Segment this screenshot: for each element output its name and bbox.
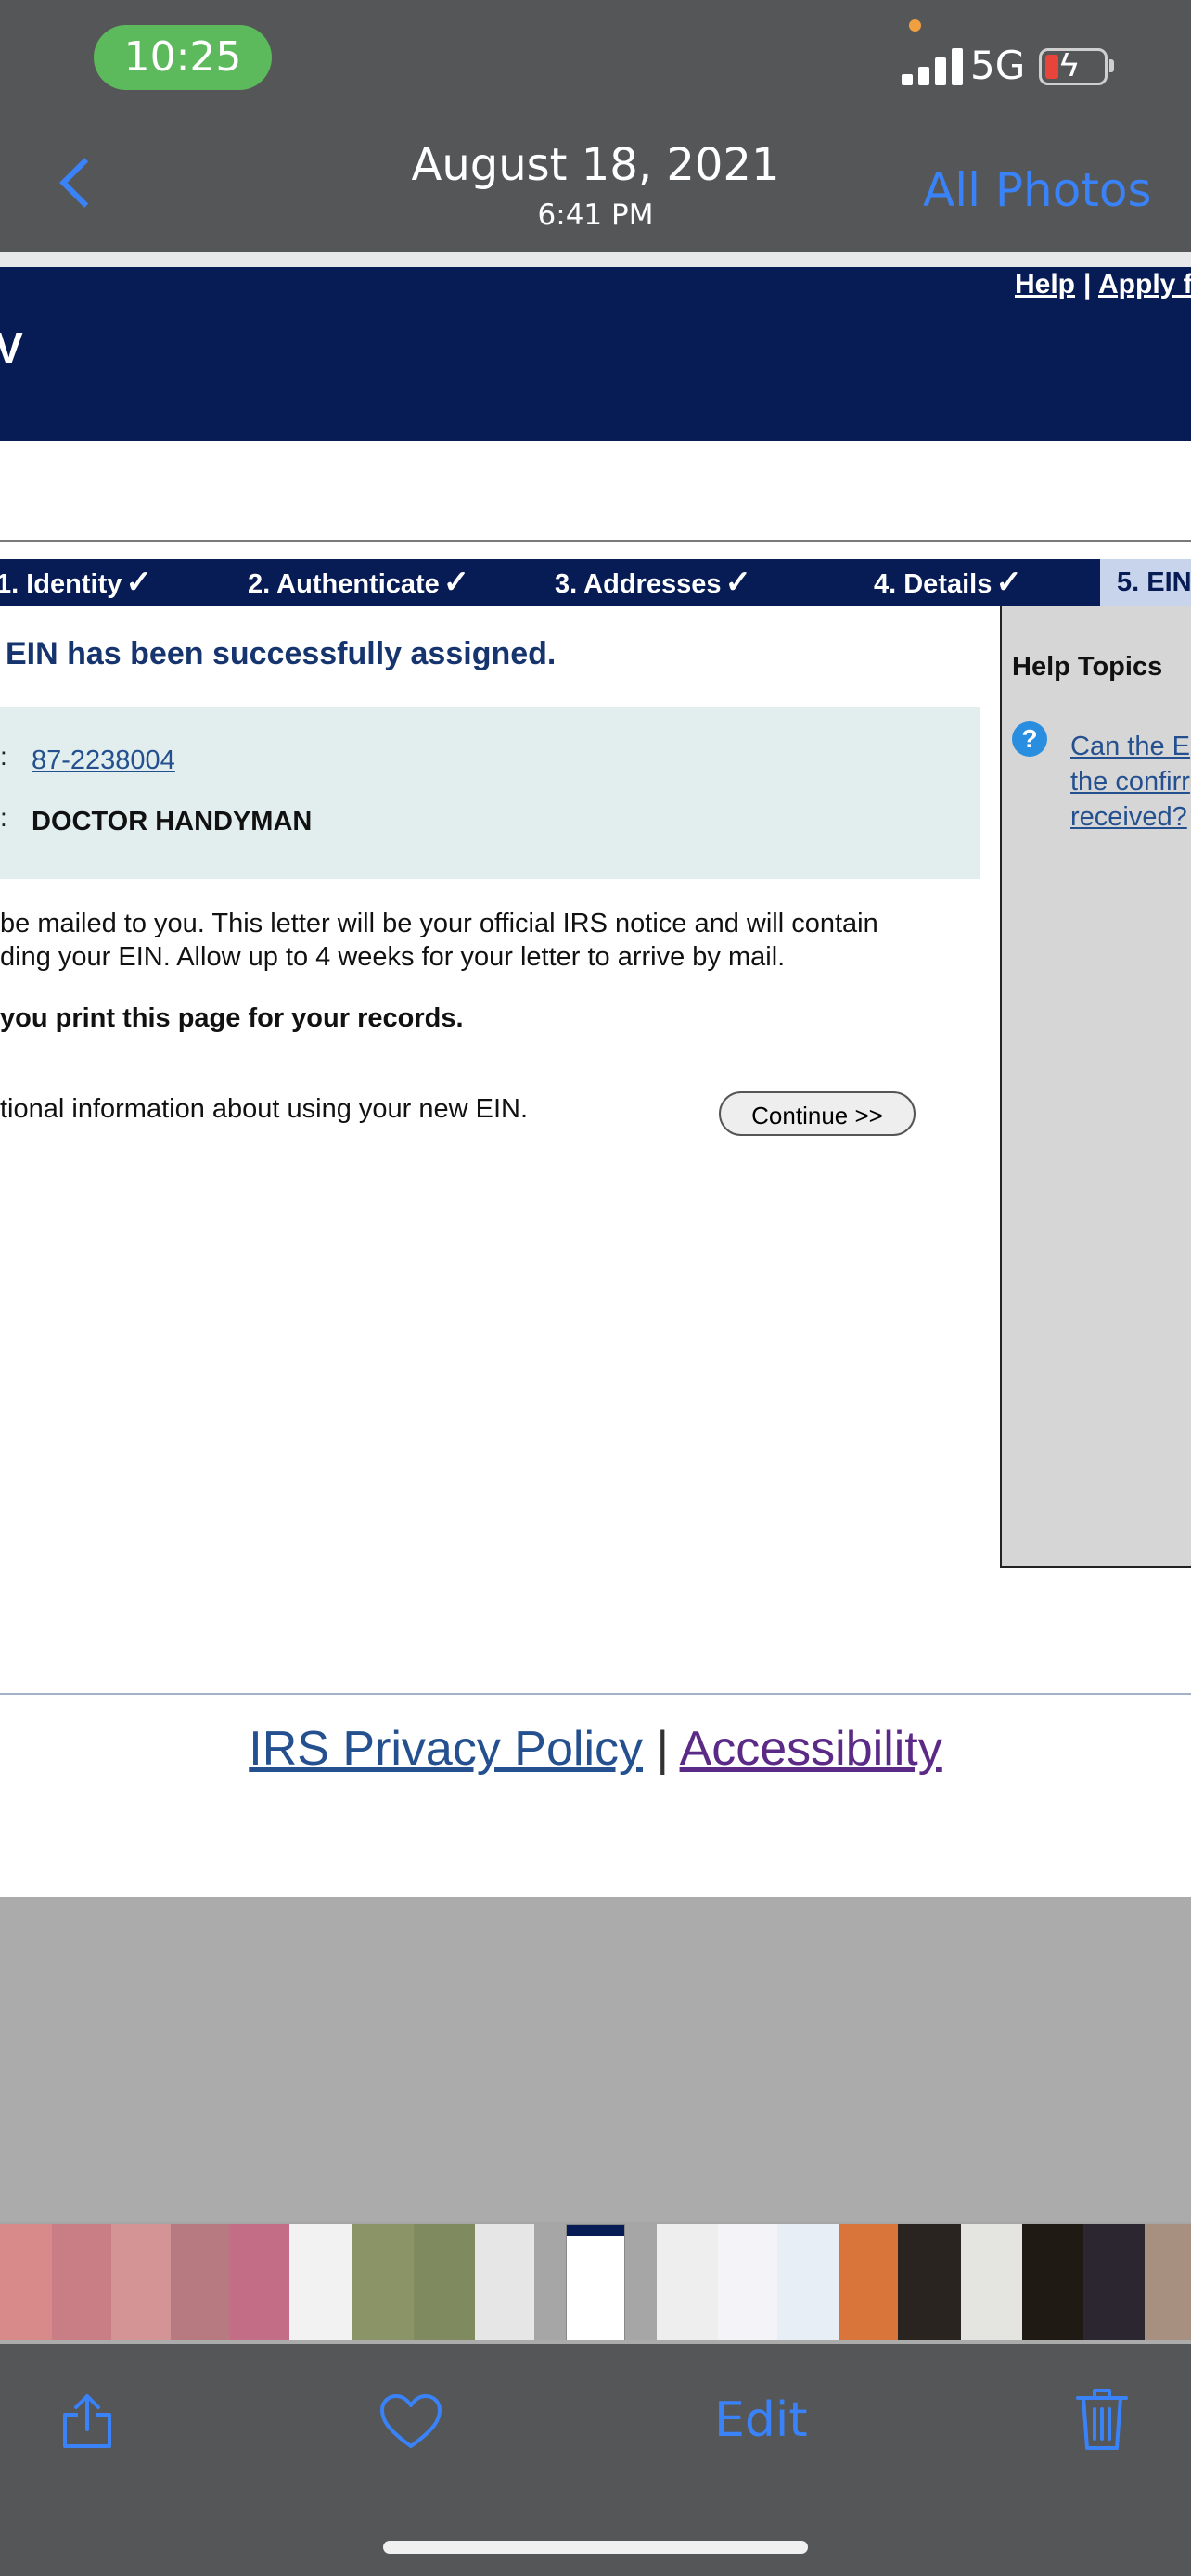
thumbnail[interactable] [352,2224,414,2340]
help-link[interactable]: Help [1015,269,1075,300]
accessibility-link[interactable]: Accessibility [680,1722,942,1776]
network-type: 5G [970,43,1026,88]
ein-number-link[interactable]: 87-2238004 [32,746,175,776]
checkmark-icon: ✓ [125,565,152,600]
thumbnail[interactable] [961,2224,1022,2340]
all-photos-button[interactable]: All Photos [923,163,1152,217]
step-ein: 5. EIN [1117,567,1191,597]
thumbnail[interactable] [718,2224,777,2340]
step-addresses: 3. Addresses ✓ [555,565,751,600]
thumbnail[interactable] [52,2224,111,2340]
question-mark-icon: ? [1012,721,1047,757]
heart-icon[interactable] [378,2392,443,2450]
battery-charging-icon: ϟ [1039,45,1108,85]
help-question-line: Can the E [1070,732,1190,761]
footer-separator: | [656,1722,669,1776]
thumbnail[interactable] [0,2224,52,2340]
help-topics-title: Help Topics [1012,652,1163,682]
success-message: EIN has been successfully assigned. [6,636,557,671]
signal-bars-icon [902,48,967,85]
current-thumbnail[interactable] [566,2224,625,2340]
checkmark-icon: ✓ [995,565,1022,600]
help-question-link[interactable]: Can the E the confirr received? [1070,729,1191,835]
help-question-line: the confirr [1070,767,1190,797]
step-identity: 1. Identity ✓ [0,565,152,600]
share-icon[interactable] [59,2392,115,2450]
home-indicator [383,2541,808,2554]
link-separator: | [1083,269,1092,300]
photo-time: 6:41 PM [537,198,654,232]
thumbnail[interactable] [839,2224,898,2340]
privacy-policy-link[interactable]: IRS Privacy Policy [249,1722,643,1776]
step-authenticate: 2. Authenticate ✓ [248,565,470,600]
irs-banner [0,267,1191,441]
letter-notice: be mailed to you. This letter will be yo… [0,907,965,974]
letter-line: be mailed to you. This letter will be yo… [0,909,878,938]
page-footer: IRS Privacy Policy | Accessibility [0,1721,1191,1777]
thumbnail[interactable] [171,2224,230,2340]
name-label-colon: : [0,803,7,832]
checkmark-icon: ✓ [724,565,751,600]
checkmark-icon: ✓ [442,565,470,600]
thumbnail[interactable] [898,2224,961,2340]
thumbnail[interactable] [111,2224,171,2340]
thumbnail[interactable] [289,2224,352,2340]
ein-info-box [0,707,980,879]
trash-icon[interactable] [1074,2385,1130,2452]
legal-name: DOCTOR HANDYMAN [32,807,313,836]
step-details: 4. Details ✓ [874,565,1022,600]
thumbnail[interactable] [414,2224,475,2340]
thumbnail[interactable] [1083,2224,1145,2340]
privacy-indicator-dot [909,19,921,32]
thumbnail[interactable] [777,2224,839,2340]
thumbnail[interactable] [657,2224,718,2340]
battery-tip [1109,59,1114,72]
continue-button[interactable]: Continue >> [719,1091,916,1136]
thumbnail[interactable] [475,2224,534,2340]
print-notice: you print this page for your records. [0,1003,464,1033]
ein-label-colon: : [0,742,7,771]
thumbnail[interactable] [230,2224,289,2340]
banner-text-fragment: V [0,324,23,372]
edit-button[interactable]: Edit [714,2392,808,2448]
photo-date: August 18, 2021 [411,139,780,191]
status-time: 10:25 [94,25,272,90]
letter-line: ding your EIN. Allow up to 4 weeks for y… [0,942,786,972]
thumbnail[interactable] [1145,2224,1191,2340]
divider [0,540,1191,542]
footer-divider [0,1693,1191,1695]
help-question-line: received? [1070,802,1187,832]
page-top-strip [0,252,1191,267]
thumbnail[interactable] [1022,2224,1083,2340]
apply-link[interactable]: Apply f [1098,269,1191,300]
additional-info-text: tional information about using your new … [0,1094,529,1124]
